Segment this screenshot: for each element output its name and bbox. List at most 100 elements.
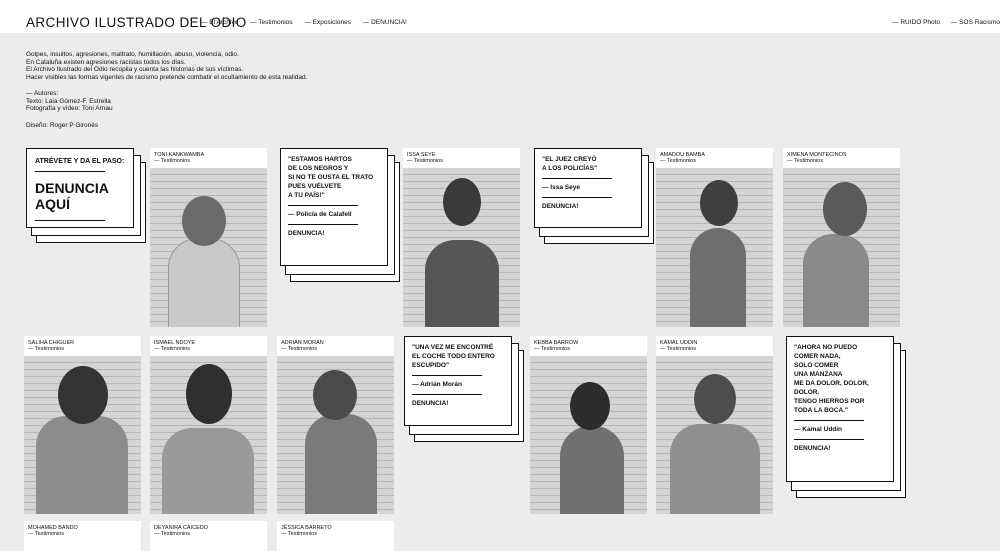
portrait-photo [530, 356, 647, 514]
testimonial-card[interactable]: SALIHA CHIGUER — Testimonios [24, 336, 141, 514]
testimonial-card[interactable]: ADRIÁN MORÁN — Testimonios [277, 336, 394, 514]
intro-line: Golpes, insultos, agresiones, maltrato, … [26, 51, 239, 58]
card-caption: MOHAMED BANDO — Testimonios [28, 525, 78, 537]
quote-line: COMER NADA, [794, 353, 841, 360]
card-caption: XIMENA MONTECINOS — Testimonios [787, 152, 847, 164]
quote-line: TENGO HIERROS POR [794, 398, 865, 405]
card-caption: SALIHA CHIGUER — Testimonios [28, 340, 74, 352]
portrait-photo [150, 168, 267, 327]
figure-head [58, 366, 108, 424]
nav-testimonios[interactable]: — Testimonios [250, 19, 293, 26]
card-caption: JÉSSICA BARRETO — Testimonios [281, 525, 332, 537]
portrait-photo [150, 356, 267, 514]
portrait-photo [24, 356, 141, 514]
cta-kicker: ATRÉVETE Y DA EL PASO: [35, 158, 125, 165]
testimonial-card[interactable]: KEBBA BARROW — Testimonios [530, 336, 647, 514]
quote-denuncia-link[interactable]: DENUNCIA! [542, 202, 634, 211]
quote-author: — Issa Seye [542, 184, 580, 191]
quote-line: PUES VUÉLVETE [288, 183, 342, 190]
quote-line: A TU PAÍS!" [288, 192, 325, 199]
divider [412, 394, 482, 395]
card-category: — Testimonios [281, 346, 317, 353]
portrait-photo [656, 168, 773, 327]
quote-denuncia-link[interactable]: DENUNCIA! [794, 444, 886, 453]
figure-body [425, 240, 499, 327]
portrait-photo [656, 356, 773, 514]
quote-denuncia-link[interactable]: DENUNCIA! [288, 229, 380, 238]
design-credit: Diseño: Roger P Gironès [26, 122, 99, 129]
quote-line: UNA MANZANA [794, 371, 843, 378]
quote-line: ESCUPIDO" [412, 362, 450, 369]
intro-line: En Cataluña existen agresiones racistas … [26, 58, 186, 66]
card-category: — Testimonios [534, 346, 570, 353]
quote-line: SI NO TE GUSTA EL TRATO [288, 174, 374, 181]
quote-line: EL COCHE TODO ENTERO [412, 353, 495, 360]
nav-el-archivo[interactable]: — El Archivo [201, 19, 238, 26]
figure-body [305, 414, 377, 514]
quote-line: SOLO COMER [794, 362, 839, 369]
figure-body [690, 228, 746, 327]
testimonial-card[interactable]: ISMAEL NDOYE — Testimonios [150, 336, 267, 514]
card-caption: AMADOU BAMBA — Testimonios [660, 152, 705, 164]
figure-head [182, 196, 226, 246]
intro-text: Golpes, insultos, agresiones, maltrato, … [26, 51, 307, 81]
testimonial-card[interactable]: AMADOU BAMBA — Testimonios [656, 148, 773, 327]
card-caption: KEBBA BARROW — Testimonios [534, 340, 578, 352]
testimonial-card[interactable]: KAMAL UDDIN — Testimonios [656, 336, 773, 514]
card-caption: ADRIÁN MORÁN — Testimonios [281, 340, 324, 352]
divider [35, 171, 105, 172]
quote-front: "AHORA NO PUEDO COMER NADA, SOLO COMER U… [786, 336, 894, 482]
top-bar: ARCHIVO ILUSTRADO DEL ODIO — El Archivo … [0, 0, 1000, 33]
credits: — Autores: Texto: Laia Gómez-F. Estrella… [26, 90, 113, 113]
testimonial-card[interactable]: DEYANIRA CAICEDO — Testimonios [150, 521, 267, 551]
quote-author: — Kamal Uddin [794, 426, 843, 433]
card-category: — Testimonios [154, 158, 190, 165]
figure-head [313, 370, 357, 420]
card-caption: DEYANIRA CAICEDO — Testimonios [154, 525, 208, 537]
nav-exposiciones[interactable]: — Exposiciones [304, 19, 351, 26]
quote-line: "UNA VEZ ME ENCONTRÉ [412, 344, 494, 351]
cta-big-line: DENUNCIA [35, 180, 109, 196]
card-category: — Testimonios [407, 158, 443, 165]
cta-big-line: AQUÍ [35, 196, 70, 212]
divider [35, 220, 105, 221]
quote-denuncia-link[interactable]: DENUNCIA! [412, 399, 504, 408]
quote-front: "ESTAMOS HARTOS DE LOS NEGROS Y SI NO TE… [280, 148, 388, 266]
figure-head [823, 182, 867, 236]
card-caption: TONI KANKWAMBA — Testimonios [154, 152, 204, 164]
partner-nav: — RUIDO Photo — SOS Racismo [883, 19, 1000, 26]
figure-body [670, 424, 760, 514]
figure-body [560, 426, 624, 514]
quote-author: — Adrián Morán [412, 381, 462, 388]
card-category: — Testimonios [281, 531, 317, 538]
card-caption: KAMAL UDDIN — Testimonios [660, 340, 697, 352]
nav-ruido-photo[interactable]: — RUIDO Photo [892, 19, 940, 26]
quote-line: TODA LA BOCA." [794, 407, 849, 414]
testimonial-card[interactable]: XIMENA MONTECINOS — Testimonios [783, 148, 900, 327]
quote-front: "EL JUEZ CREYÓ A LOS POLICÍAS" — Issa Se… [534, 148, 642, 228]
quote-line: "AHORA NO PUEDO [794, 344, 858, 351]
portrait-photo [403, 168, 520, 327]
quote-line: "ESTAMOS HARTOS [288, 156, 352, 163]
testimonial-card[interactable]: TONI KANKWAMBA — Testimonios [150, 148, 267, 327]
divider [794, 420, 864, 421]
quote-front: "UNA VEZ ME ENCONTRÉ EL COCHE TODO ENTER… [404, 336, 512, 426]
testimonial-card[interactable]: JÉSSICA BARRETO — Testimonios [277, 521, 394, 551]
nav-denuncia[interactable]: — DENUNCIA! [363, 19, 407, 26]
divider [288, 224, 358, 225]
quote-line: DE LOS NEGROS Y [288, 165, 349, 172]
card-category: — Testimonios [154, 346, 190, 353]
main-nav: — El Archivo — Testimonios — Exposicione… [201, 19, 417, 26]
figure-head [570, 382, 610, 430]
nav-sos-racismo[interactable]: — SOS Racismo [951, 19, 1000, 26]
card-caption: ISMAEL NDOYE — Testimonios [154, 340, 195, 352]
credits-text: Texto: Laia Gómez-F. Estrella [26, 97, 111, 105]
intro-line: Hacer visibles las formas vigentes de ra… [26, 73, 308, 81]
card-category: — Testimonios [660, 158, 696, 165]
figure-body [168, 238, 240, 327]
quote-author: — Policía de Calafell [288, 211, 352, 218]
cta-denuncia-link[interactable]: DENUNCIA AQUÍ [35, 180, 125, 212]
testimonial-card[interactable]: MOHAMED BANDO — Testimonios [24, 521, 141, 551]
cta-front: ATRÉVETE Y DA EL PASO: DENUNCIA AQUÍ [26, 148, 134, 228]
testimonial-card[interactable]: ISSA SEYE — Testimonios [403, 148, 520, 327]
